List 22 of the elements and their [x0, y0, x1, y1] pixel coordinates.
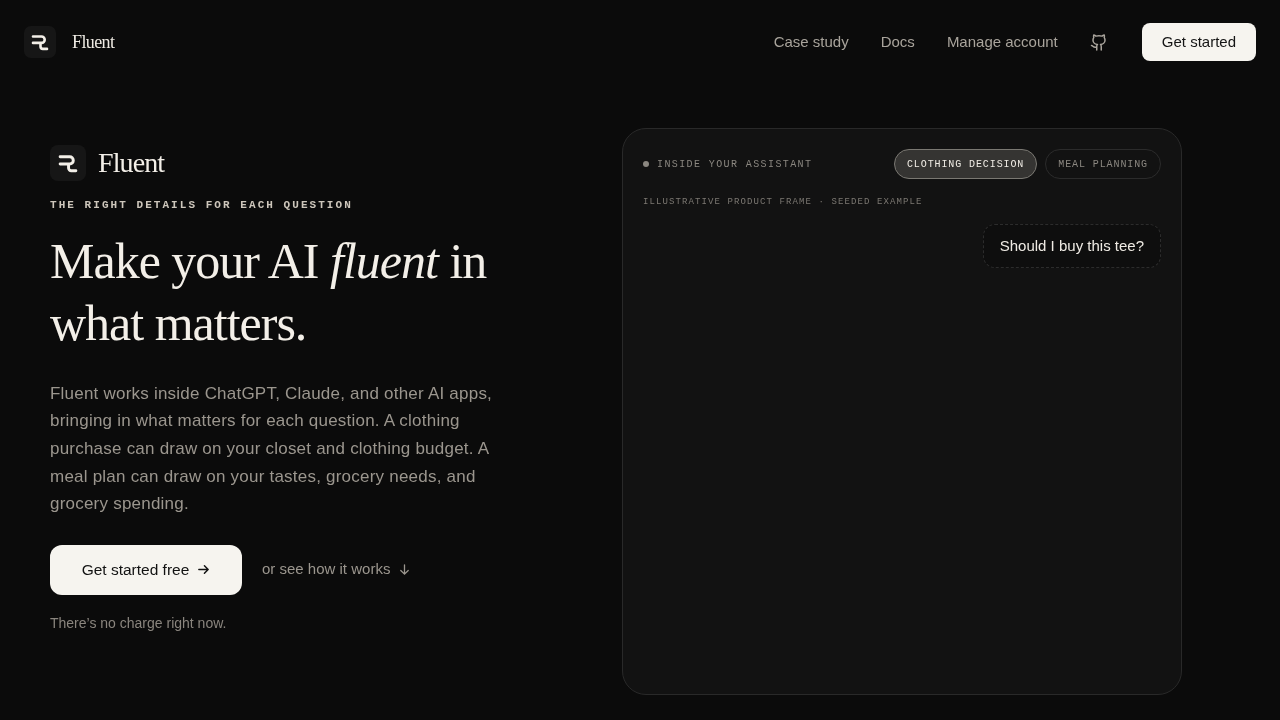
get-started-free-button[interactable]: Get started free	[50, 544, 242, 595]
chat-message-bubble: Should I buy this tee?	[982, 223, 1161, 268]
tab[interactable]: CLOTHING DECISION	[893, 149, 1038, 179]
hero-description: Fluent works inside ChatGPT, Claude, and other AI apps, bringing in what matters for each question. A clothing purchase can draw on your closet and clothing budget. A meal plan can draw on your tastes, grocery needs, and grocery spending.	[50, 382, 494, 516]
github-icon[interactable]	[1089, 32, 1108, 52]
arrow-right-icon	[197, 563, 211, 577]
get-started-button[interactable]: Get started	[1141, 22, 1256, 62]
headline: Make your AI fluent in what matters.	[50, 231, 488, 353]
brand-name: Fluent	[98, 149, 165, 178]
logo-icon	[50, 145, 86, 182]
arrow-down-icon	[398, 563, 412, 577]
nav-link[interactable]: Manage account	[946, 30, 1058, 54]
see-how-it-works-link[interactable]: or see how it works	[262, 558, 412, 581]
no-charge-note: There’s no charge right now.	[50, 613, 228, 633]
frame-label: INSIDE YOUR ASSISTANT	[657, 157, 813, 172]
brand-name[interactable]: Fluent	[72, 28, 115, 56]
frame-caption: ILLUSTRATIVE PRODUCT FRAME · SEEDED EXAMPLE	[643, 196, 924, 209]
nav-link[interactable]: Case study	[773, 30, 849, 54]
nav-link[interactable]: Docs	[880, 30, 915, 54]
logo-icon[interactable]	[24, 26, 56, 58]
eyebrow-text: THE RIGHT DETAILS FOR EACH QUESTION	[50, 198, 354, 214]
dot-icon	[643, 161, 649, 167]
